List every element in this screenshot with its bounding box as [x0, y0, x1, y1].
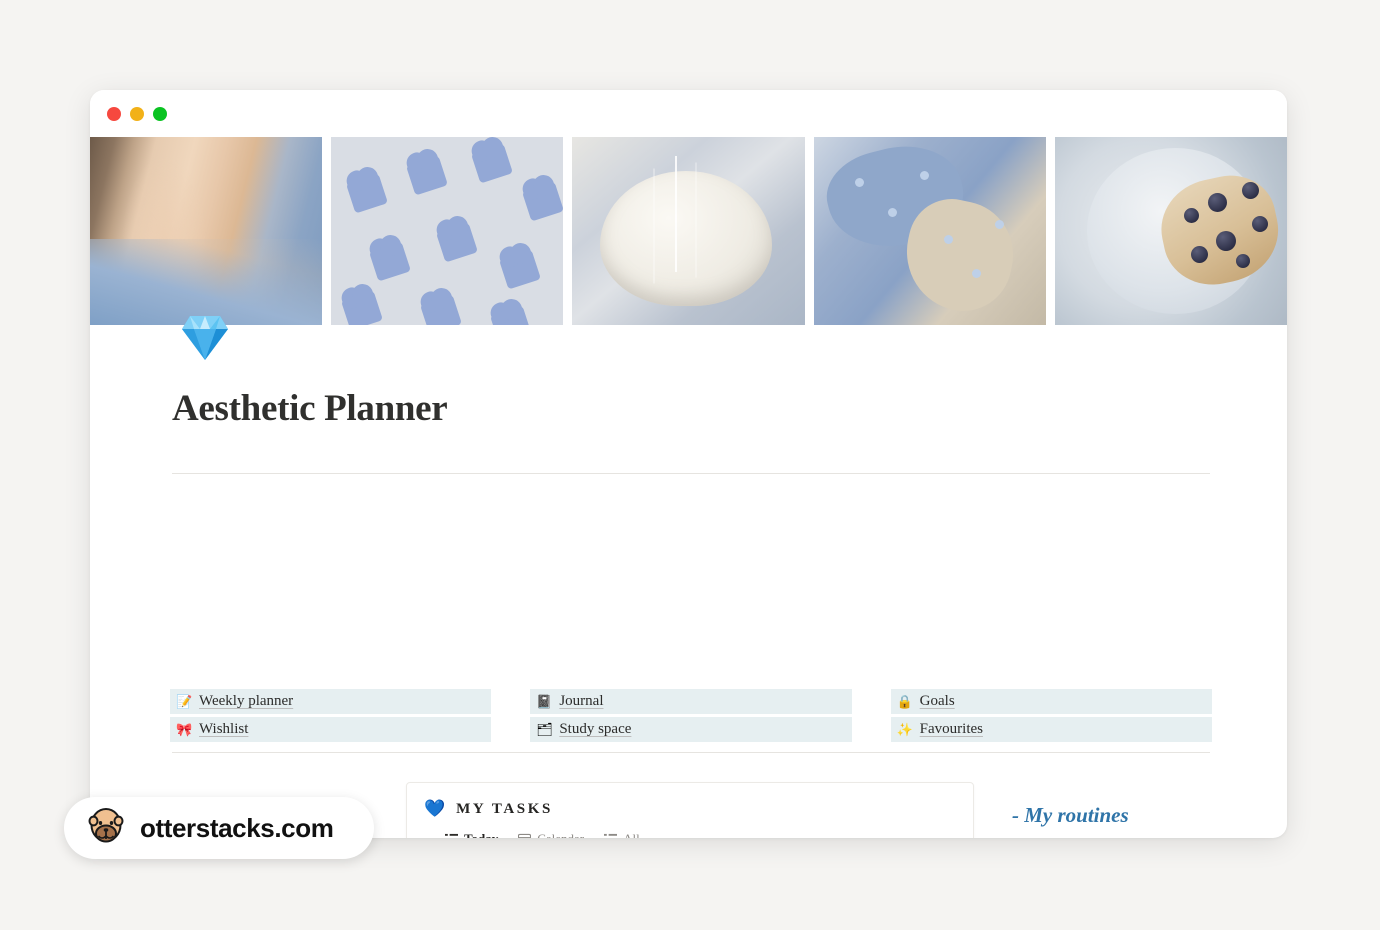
close-window-button[interactable]: [107, 106, 121, 121]
cover-image-strip: [90, 137, 1287, 325]
tab-today[interactable]: Today: [445, 831, 498, 838]
link-label: Wishlist: [199, 721, 249, 737]
my-tasks-header: 💙 MY TASKS: [407, 783, 973, 819]
cover-image-blueberry-toast: [1054, 137, 1287, 325]
divider-below-links: [172, 752, 1210, 753]
link-label: Weekly planner: [199, 693, 294, 709]
link-favourites[interactable]: ✨ Favourites: [890, 717, 1212, 742]
cover-image-shell-dish: [572, 137, 805, 325]
calendar-icon: [518, 833, 532, 838]
tab-all[interactable]: All: [604, 831, 640, 838]
tab-label: Calendar: [537, 831, 584, 838]
my-tasks-title: MY TASKS: [456, 800, 553, 817]
link-study-space[interactable]: 🗂 Study space: [530, 717, 852, 742]
cover-image-hair-clips: [813, 137, 1046, 325]
my-tasks-card: 💙 MY TASKS Today: [406, 782, 974, 838]
link-journal[interactable]: 📓 Journal: [530, 689, 852, 714]
links-column-3: 🔒 Goals ✨ Favourites: [890, 689, 1212, 745]
quick-links: 📝 Weekly planner 🎀 Wishlist 📓 Journal 🗂 …: [170, 689, 1212, 745]
link-weekly-planner[interactable]: 📝 Weekly planner: [170, 689, 492, 714]
link-label: Study space: [559, 721, 632, 737]
page-title: Aesthetic Planner: [172, 388, 448, 429]
link-label: Goals: [919, 693, 955, 709]
links-column-2: 📓 Journal 🗂 Study space: [530, 689, 852, 745]
memo-icon: 📝: [176, 694, 193, 709]
watermark-badge: otterstacks.com: [64, 797, 374, 859]
minimize-window-button[interactable]: [130, 106, 144, 121]
tab-label: Today: [464, 831, 498, 838]
page-body: Aesthetic Planner 📝 Weekly planner 🎀 Wis…: [90, 316, 1287, 838]
otter-face-icon: [86, 806, 126, 851]
link-goals[interactable]: 🔒 Goals: [890, 689, 1212, 714]
my-tasks-tabs: Today Calendar: [445, 831, 957, 838]
link-wishlist[interactable]: 🎀 Wishlist: [170, 717, 492, 742]
blue-diamond-icon[interactable]: [176, 312, 234, 364]
divider-above-links: [172, 473, 1210, 474]
lock-icon: 🔒: [896, 694, 913, 709]
tab-label: All: [623, 831, 640, 838]
link-label: Journal: [559, 693, 604, 709]
link-label: Favourites: [919, 721, 983, 737]
browser-window: Aesthetic Planner 📝 Weekly planner 🎀 Wis…: [90, 90, 1287, 838]
routine-row-morning[interactable]: 🌤 ⌄: [1012, 837, 1210, 838]
tab-calendar[interactable]: Calendar: [518, 831, 584, 838]
blue-heart-icon: 💙: [424, 799, 446, 818]
window-titlebar: [90, 90, 1287, 137]
watermark-text: otterstacks.com: [140, 812, 334, 843]
list-icon: [445, 833, 458, 836]
card-index-icon: 🗂: [536, 722, 553, 737]
notebook-icon: 📓: [536, 694, 553, 709]
links-column-1: 📝 Weekly planner 🎀 Wishlist: [170, 689, 492, 745]
maximize-window-button[interactable]: [153, 106, 167, 121]
ribbon-icon: 🎀: [176, 722, 193, 737]
cover-image-necklace: [90, 137, 323, 325]
list-icon: [604, 833, 618, 836]
sparkles-icon: ✨: [896, 722, 913, 737]
my-routines-heading: - My routines: [1012, 803, 1129, 827]
cover-image-heart-candles: [331, 137, 564, 325]
